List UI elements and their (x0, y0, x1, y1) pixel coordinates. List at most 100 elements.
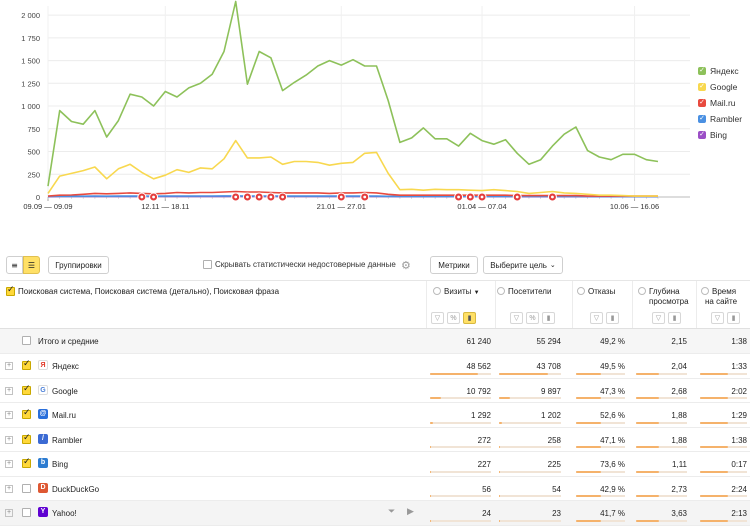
metric-bar-track (430, 421, 491, 424)
cell-time: 0:17 (731, 460, 747, 469)
metric-bar (576, 397, 601, 399)
legend-item-google[interactable]: ✓ Google (698, 79, 742, 95)
expand-icon[interactable]: + (5, 484, 13, 493)
metric-bar (499, 421, 503, 424)
info-icon (638, 287, 646, 295)
cell-depth: 1,88 (671, 411, 687, 420)
annotation-marker-dot (281, 195, 285, 199)
percent-icon[interactable]: % (447, 312, 460, 324)
cell-depth: 1,88 (671, 435, 687, 445)
metric-bar-track (430, 470, 491, 473)
table-row[interactable]: + D DuckDuckGo 56 54 42,9 % 2,73 2:24 (0, 477, 750, 501)
filter-icon[interactable]: ▽ (431, 312, 444, 324)
column-time[interactable]: Время на сайте (701, 287, 737, 307)
info-icon (433, 287, 441, 295)
metric-bar (499, 470, 500, 473)
bar-chart-icon[interactable]: ▮ (542, 312, 555, 324)
goal-select[interactable]: Выберите цель ⌄ (483, 256, 563, 274)
column-label: Визиты (444, 287, 472, 296)
row-filter-icon[interactable]: ⏷ (388, 507, 395, 517)
filter-icon[interactable]: ▽ (510, 312, 523, 324)
row-checkbox[interactable] (22, 433, 31, 444)
expand-icon[interactable]: + (5, 362, 13, 370)
cell-visits: 10 792 (466, 386, 491, 396)
metric-bar (499, 495, 500, 497)
info-icon (577, 287, 585, 295)
table-row[interactable]: + Я Яндекс 48 562 43 708 49,5 % 2,04 1:33 (0, 354, 750, 379)
bar-chart-icon[interactable]: ▮ (727, 312, 740, 324)
metric-bar (636, 495, 659, 497)
cell-time: 2:24 (731, 484, 747, 494)
totals-checkbox[interactable] (22, 336, 31, 345)
annotation-marker-dot (363, 195, 367, 199)
table-row[interactable]: + / Rambler 272 258 47,1 % 1,88 1:38 (0, 428, 750, 452)
bar-chart-icon[interactable]: ▮ (668, 312, 681, 324)
legend-check-icon: ✓ (698, 67, 706, 75)
expand-icon[interactable]: + (5, 460, 13, 468)
hide-unreliable-label: Скрывать статистически недостоверные дан… (215, 260, 396, 269)
filter-icon[interactable]: ▽ (652, 312, 665, 324)
table-row[interactable]: + b Bing 227 225 73,6 % 1,11 0:17 (0, 452, 750, 477)
bar-chart-icon[interactable]: ▮ (463, 312, 476, 324)
row-play-icon[interactable]: ▶ (407, 507, 414, 517)
search-engine-logo-icon: Я (38, 360, 48, 370)
row-checkbox[interactable] (22, 408, 31, 419)
tree-view-button[interactable]: ☰ (23, 256, 40, 274)
legend-item-bing[interactable]: ✓ Bing (698, 127, 742, 143)
metric-bar (499, 372, 548, 375)
table-row[interactable]: + Y Yahoo! 24 23 41,7 % 3,63 2:13 ⏷ ▶ (0, 501, 750, 526)
cell-visits: 48 562 (466, 362, 491, 371)
expand-icon[interactable]: + (5, 509, 13, 517)
cell-bounce: 42,9 % (600, 484, 625, 494)
metric-bar-track (430, 495, 491, 497)
report-toolbar: ≡ ☰ Группировки Скрывать статистически н… (0, 254, 750, 276)
groupings-button[interactable]: Группировки (48, 256, 109, 274)
gear-icon[interactable]: ⚙ (401, 259, 411, 272)
column-visits[interactable]: Визиты ▼ (433, 287, 480, 298)
cell-visits: 227 (477, 460, 491, 469)
row-checkbox[interactable] (22, 457, 31, 468)
column-depth[interactable]: Глубина просмотра (638, 287, 689, 307)
search-engine-logo-icon: Y (38, 507, 48, 517)
annotation-marker-dot (140, 195, 144, 199)
expand-icon[interactable]: + (5, 411, 13, 419)
filter-icon[interactable]: ▽ (590, 312, 603, 324)
row-checkbox[interactable] (22, 359, 31, 370)
annotation-marker-dot (468, 195, 472, 199)
metric-bar (430, 519, 431, 522)
metric-bar (576, 495, 601, 497)
percent-icon[interactable]: % (526, 312, 539, 324)
visits-column-tools: ▽ % ▮ (431, 312, 476, 324)
filter-icon[interactable]: ▽ (711, 312, 724, 324)
x-tick-label: 12.11 — 18.11 (141, 202, 189, 211)
hide-unreliable-toggle[interactable]: Скрывать статистически недостоверные дан… (203, 260, 396, 269)
row-checkbox[interactable] (22, 483, 31, 493)
expand-icon[interactable]: + (5, 435, 13, 444)
expand-icon[interactable]: + (5, 386, 13, 395)
column-bounce[interactable]: Отказы (577, 287, 615, 297)
hide-unreliable-checkbox[interactable] (203, 260, 212, 269)
row-name: Mail.ru (52, 411, 77, 420)
legend-item-rambler[interactable]: ✓ Rambler (698, 111, 742, 127)
metrics-button[interactable]: Метрики (430, 256, 478, 274)
cell-bounce: 47,1 % (600, 435, 625, 445)
table-row[interactable]: + @ Mail.ru 1 292 1 202 52,6 % 1,88 1:29 (0, 403, 750, 428)
cell-bounce: 73,6 % (600, 460, 625, 469)
legend-item-yandex[interactable]: ✓ Яндекс (698, 63, 742, 79)
cell-bounce: 52,6 % (600, 411, 625, 420)
select-all-checkbox[interactable] (6, 285, 15, 296)
list-icon: ≡ (11, 260, 18, 270)
table-row[interactable]: + G Google 10 792 9 897 47,3 % 2,68 2:02 (0, 379, 750, 403)
legend-item-mailru[interactable]: ✓ Mail.ru (698, 95, 742, 111)
totals-row[interactable]: Итого и средние 61 240 55 294 49,2 % 2,15 1:3… (0, 329, 750, 354)
list-view-button[interactable]: ≡ (6, 256, 23, 274)
row-checkbox[interactable] (22, 508, 31, 517)
row-checkbox[interactable] (22, 384, 31, 395)
metric-bar-track (430, 446, 491, 448)
column-visitors[interactable]: Посетители (497, 287, 551, 297)
cell-depth: 2,73 (671, 484, 687, 494)
bar-chart-icon[interactable]: ▮ (606, 312, 619, 324)
metric-bar-track (499, 421, 561, 424)
metric-bar-track (499, 446, 561, 448)
dimension-header[interactable]: Поисковая система, Поисковая система (де… (6, 285, 279, 296)
